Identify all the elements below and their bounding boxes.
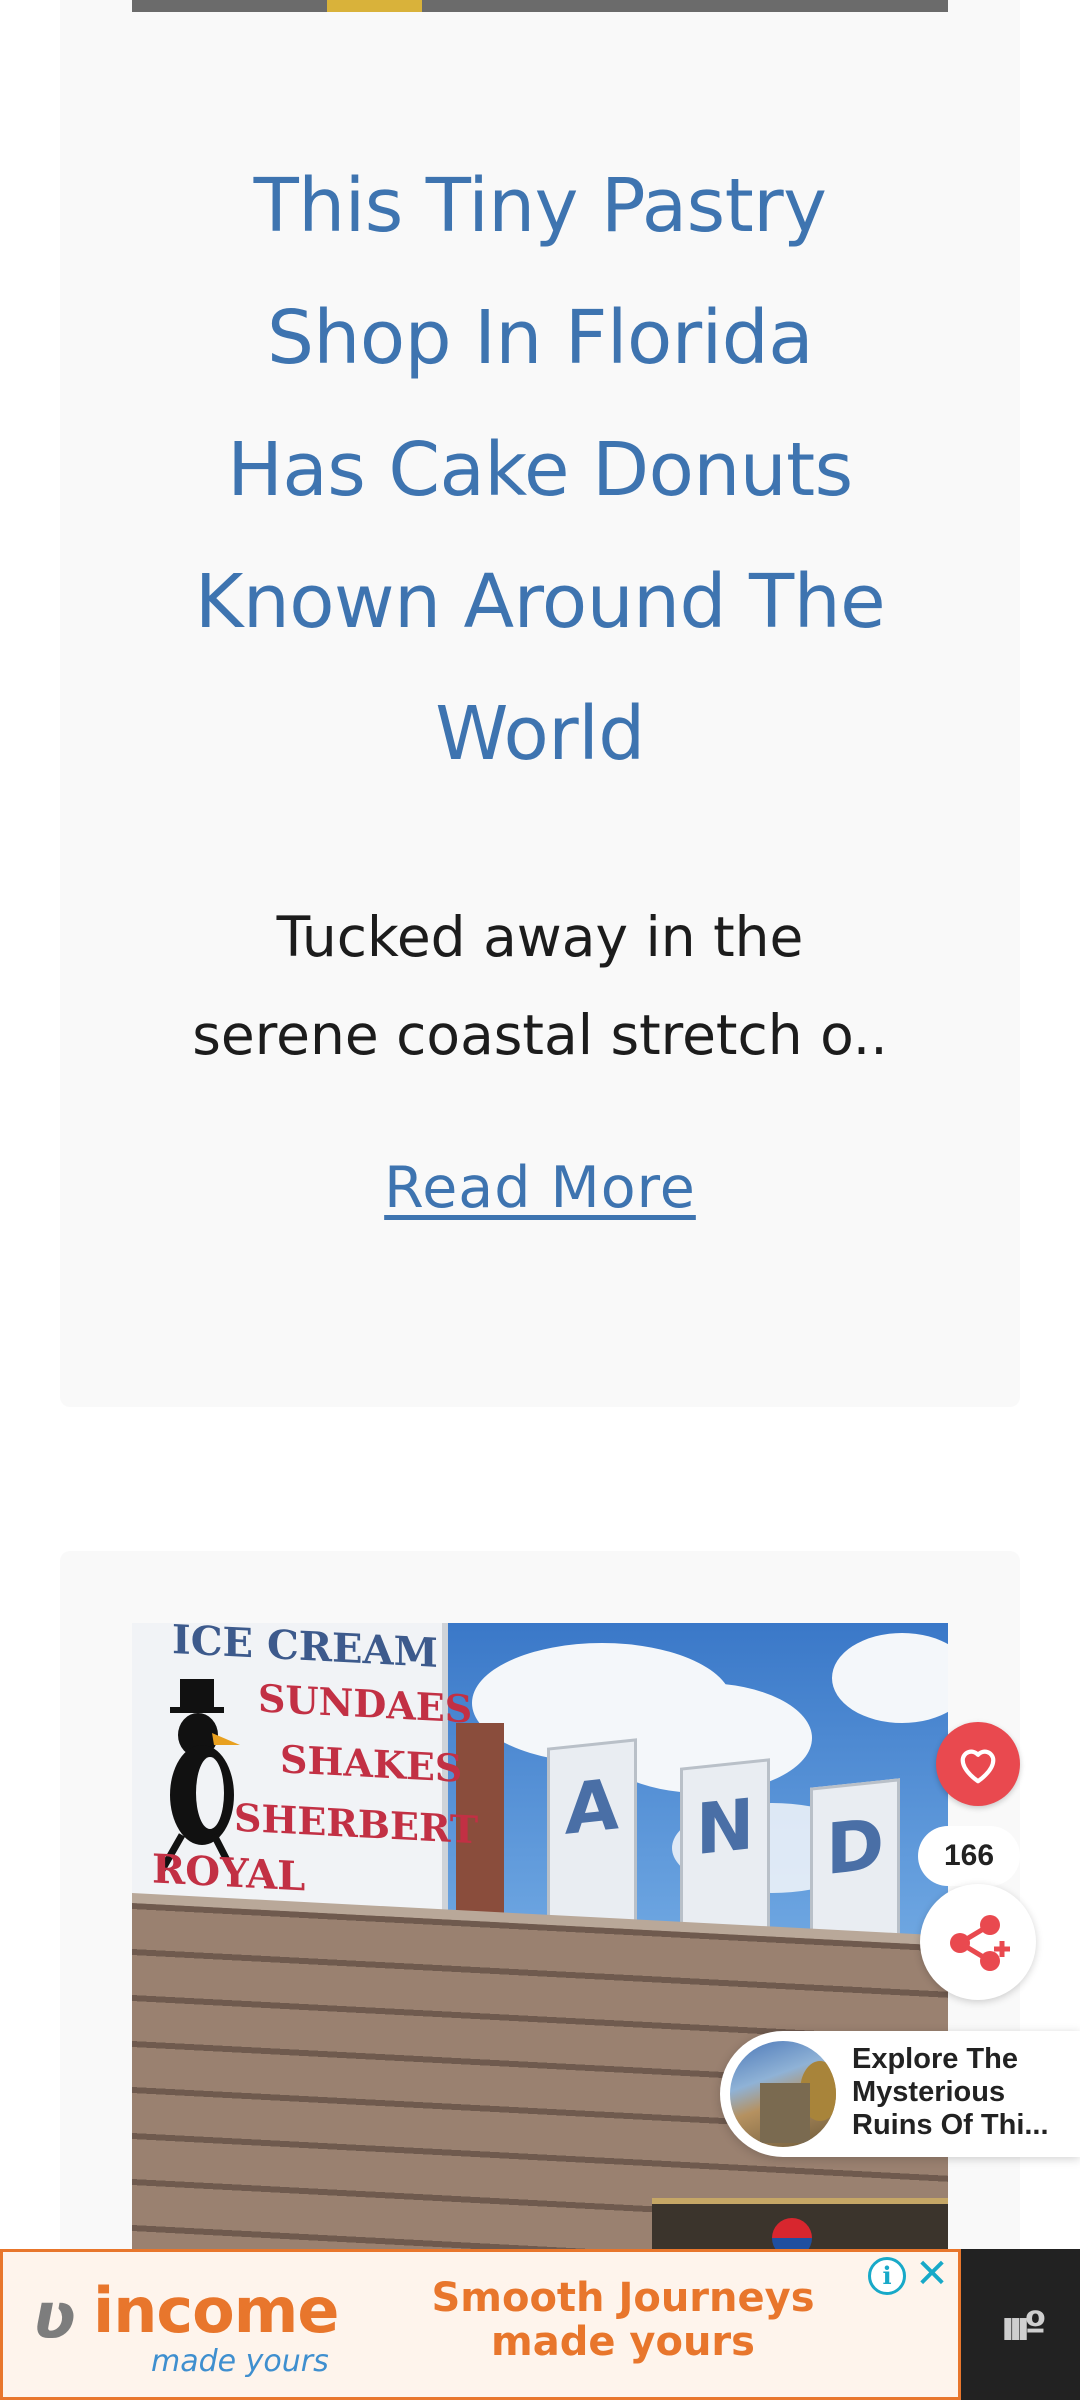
- heart-icon: [960, 1749, 996, 1784]
- excerpt-line: serene coastal stretch o..: [192, 1003, 888, 1067]
- title-line: Known Around The: [194, 559, 886, 645]
- sign-text: SHAKES: [280, 1736, 463, 1791]
- ice-cream-sign: ICE CREAM SUNDAES SHAKES SHERBERT ROYAL: [132, 1623, 478, 1949]
- ad-brand-tagline: made yours: [151, 2344, 329, 2379]
- ad-headline-line: made yours: [491, 2319, 755, 2365]
- share-button[interactable]: [920, 1884, 1036, 2000]
- ad-banner[interactable]: ʋ income made yours Smooth Journeys made…: [0, 2249, 961, 2400]
- title-line: This Tiny Pastry: [253, 163, 827, 249]
- page: This Tiny Pastry Shop In Florida Has Cak…: [0, 0, 1080, 2400]
- related-article-card[interactable]: Explore The Mysterious Ruins Of Thi...: [720, 2031, 1080, 2157]
- ad-network-logo-icon: ıııº: [1001, 2304, 1047, 2350]
- cloud: [832, 1633, 948, 1723]
- share-icon: [950, 1915, 1010, 1971]
- article-card: This Tiny Pastry Shop In Florida Has Cak…: [60, 0, 1020, 1407]
- sign-text: SUNDAES: [258, 1675, 473, 1732]
- article-title[interactable]: This Tiny Pastry Shop In Florida Has Cak…: [170, 140, 910, 800]
- related-article-title: Explore The Mysterious Ruins Of Thi...: [852, 2043, 1072, 2142]
- related-title-line: Mysterious: [852, 2076, 1006, 2108]
- image-detail: [327, 0, 422, 12]
- related-title-line: Ruins Of Thi...: [852, 2109, 1049, 2141]
- related-article-thumbnail: [726, 2037, 840, 2151]
- article-image[interactable]: [132, 0, 948, 12]
- ad-info-icon[interactable]: i: [868, 2257, 906, 2295]
- article-excerpt: Tucked away in the serene coastal stretc…: [170, 888, 910, 1084]
- related-title-line: Explore The: [852, 2043, 1018, 2075]
- like-button[interactable]: [936, 1722, 1020, 1806]
- ruin: [760, 2083, 810, 2143]
- ad-headline-line: Smooth Journeys: [431, 2275, 815, 2321]
- sign-text: ICE CREAM: [172, 1623, 438, 1677]
- like-count: 166: [918, 1826, 1020, 1886]
- title-line: Has Cake Donuts: [227, 427, 853, 513]
- ad-brand: income: [93, 2274, 339, 2347]
- penguin-icon: [152, 1675, 252, 1875]
- sign-text: SHERBERT: [234, 1794, 479, 1853]
- income-logo-icon: ʋ: [33, 2280, 76, 2354]
- excerpt-line: Tucked away in the: [276, 905, 804, 969]
- ad-headline: Smooth Journeys made yours: [423, 2276, 823, 2364]
- title-line: Shop In Florida: [266, 295, 814, 381]
- read-more-link[interactable]: Read More: [170, 1155, 910, 1221]
- ad-close-icon[interactable]: ✕: [912, 2254, 952, 2294]
- ad-side-panel[interactable]: ıııº: [961, 2249, 1080, 2400]
- title-line: World: [435, 691, 645, 777]
